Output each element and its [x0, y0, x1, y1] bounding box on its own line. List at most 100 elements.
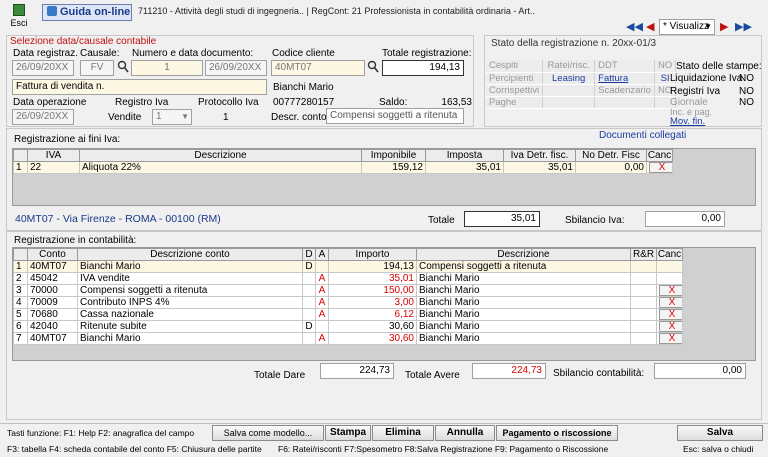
cont-row-a[interactable]: A: [315, 308, 329, 321]
cont-row-importo[interactable]: 6,12: [328, 308, 417, 321]
cont-row-desc[interactable]: Ritenute subite: [77, 320, 303, 333]
descr-conto-field[interactable]: Compensi soggetti a ritenuta: [326, 108, 464, 124]
cont-row-d[interactable]: [302, 308, 316, 321]
nav-prev-icon[interactable]: ◀: [646, 20, 654, 33]
exit-button[interactable]: Esci: [4, 3, 34, 31]
cont-row-importo[interactable]: 194,13: [328, 260, 417, 273]
cancel-button[interactable]: Annulla: [435, 425, 495, 441]
cont-row-rr[interactable]: [630, 284, 657, 297]
print-button[interactable]: Stampa: [325, 425, 371, 441]
iva-row-code[interactable]: 22: [27, 161, 80, 174]
data-op-field[interactable]: 26/09/20XX: [12, 109, 74, 125]
cont-row-descr[interactable]: Bianchi Mario: [416, 296, 631, 309]
table-row[interactable]: 4 70009 Contributo INPS 4% A 3,00 Bianchi Mar…: [13, 296, 683, 309]
cont-row-conto[interactable]: 70009: [27, 296, 78, 309]
cont-row-descr[interactable]: Bianchi Mario: [416, 272, 631, 285]
cont-row-d[interactable]: D: [302, 260, 316, 273]
cont-row-conto[interactable]: 40MT07: [27, 332, 78, 345]
status-ratei[interactable]: Ratei/risc.: [542, 60, 596, 73]
cont-row-descr[interactable]: Compensi soggetti a ritenuta: [416, 260, 631, 273]
delete-row-button[interactable]: X: [659, 321, 682, 332]
search-icon[interactable]: [117, 60, 129, 74]
cont-row-a[interactable]: [315, 320, 329, 333]
cont-row-rr[interactable]: [630, 260, 657, 273]
cont-row-importo[interactable]: 30,60: [328, 332, 417, 345]
delete-row-button[interactable]: X: [659, 285, 682, 296]
linked-docs-link[interactable]: Documenti collegati: [599, 130, 686, 141]
causale-desc-field[interactable]: Fattura di vendita n.: [12, 79, 267, 95]
cont-row-descr[interactable]: Bianchi Mario: [416, 284, 631, 297]
cont-row-desc[interactable]: Compensi soggetti a ritenuta: [77, 284, 303, 297]
iva-row-desc[interactable]: Aliquota 22%: [79, 161, 362, 174]
status-corrispettivi[interactable]: Corrispettivi: [486, 84, 544, 97]
doc-date-field[interactable]: 26/09/20XX: [205, 60, 267, 76]
table-row[interactable]: 5 70680 Cassa nazionale A 6,12 Bianchi Mario X: [13, 308, 683, 321]
status-scadenzario[interactable]: Scadenzario: [594, 84, 655, 97]
cont-row-d[interactable]: [302, 272, 316, 285]
cont-row-a[interactable]: A: [315, 284, 329, 297]
cont-row-d[interactable]: [302, 284, 316, 297]
cont-row-desc[interactable]: IVA vendite: [77, 272, 303, 285]
save-model-button[interactable]: Salva come modello...: [212, 425, 324, 441]
cont-row-desc[interactable]: Contributo INPS 4%: [77, 296, 303, 309]
nav-next-icon[interactable]: ▶: [720, 20, 728, 33]
cont-row-importo[interactable]: 35,01: [328, 272, 417, 285]
cont-row-importo[interactable]: 150,00: [328, 284, 417, 297]
view-select[interactable]: * Visualizz ▼: [659, 19, 715, 35]
status-cespiti[interactable]: Cespiti: [486, 60, 544, 73]
cont-row-importo[interactable]: 30,60: [328, 320, 417, 333]
cont-row-descr[interactable]: Bianchi Mario: [416, 332, 631, 345]
cliente-field[interactable]: 40MT07: [271, 60, 365, 76]
delete-button[interactable]: Elimina: [372, 425, 434, 441]
date-reg-field[interactable]: 26/09/20XX: [12, 60, 74, 76]
table-row[interactable]: 1 22 Aliquota 22% 159,12 35,01 35,01 0,0…: [13, 161, 673, 174]
table-row[interactable]: 6 42040 Ritenute subite D 30,60 Bianchi Mario…: [13, 320, 683, 333]
cont-row-conto[interactable]: 40MT07: [27, 260, 78, 273]
cont-row-desc[interactable]: Cassa nazionale: [77, 308, 303, 321]
iva-row-nodetr[interactable]: 0,00: [575, 161, 647, 174]
delete-row-button[interactable]: X: [649, 162, 672, 173]
cont-row-rr[interactable]: [630, 296, 657, 309]
table-row[interactable]: 1 40MT07 Bianchi Mario D 194,13 Compensi sogg…: [13, 260, 683, 273]
reg-iva-select[interactable]: 1 ▼: [152, 109, 192, 125]
nav-first-icon[interactable]: ◀◀: [626, 20, 643, 33]
cont-row-conto[interactable]: 45042: [27, 272, 78, 285]
status-paghe[interactable]: Paghe: [486, 96, 544, 109]
cont-row-descr[interactable]: Bianchi Mario: [416, 308, 631, 321]
cont-row-desc[interactable]: Bianchi Mario: [77, 260, 303, 273]
cont-row-conto[interactable]: 70680: [27, 308, 78, 321]
cont-row-rr[interactable]: [630, 272, 657, 285]
cont-row-rr[interactable]: [630, 320, 657, 333]
iva-row-imponibile[interactable]: 159,12: [361, 161, 426, 174]
cont-row-rr[interactable]: [630, 308, 657, 321]
delete-row-button[interactable]: X: [659, 297, 682, 308]
cont-row-rr[interactable]: [630, 332, 657, 345]
iva-row-detr[interactable]: 35,01: [503, 161, 576, 174]
cont-row-desc[interactable]: Bianchi Mario: [77, 332, 303, 345]
cont-row-a[interactable]: A: [315, 296, 329, 309]
nav-last-icon[interactable]: ▶▶: [735, 20, 752, 33]
causale-field[interactable]: FV: [80, 60, 114, 76]
cont-row-d[interactable]: D: [302, 320, 316, 333]
status-percipienti[interactable]: Percipienti: [486, 72, 544, 85]
cont-row-conto[interactable]: 42040: [27, 320, 78, 333]
table-row[interactable]: 7 40MT07 Bianchi Mario A 30,60 Bianchi Mario X: [13, 332, 683, 345]
status-ddt[interactable]: DDT: [594, 60, 655, 73]
cont-row-a[interactable]: A: [315, 332, 329, 345]
delete-row-button[interactable]: X: [659, 333, 682, 344]
delete-row-button[interactable]: X: [659, 309, 682, 320]
cliente-search-icon[interactable]: [367, 60, 379, 74]
table-row[interactable]: 2 45042 IVA vendite A 35,01 Bianchi Mario: [13, 272, 683, 285]
status-leasing[interactable]: Leasing: [542, 72, 596, 85]
cont-row-d[interactable]: [302, 332, 316, 345]
cont-row-descr[interactable]: Bianchi Mario: [416, 320, 631, 333]
cont-row-importo[interactable]: 3,00: [328, 296, 417, 309]
cont-row-d[interactable]: [302, 296, 316, 309]
iva-row-imposta[interactable]: 35,01: [425, 161, 504, 174]
totale-reg-field[interactable]: 194,13: [382, 60, 464, 76]
cont-row-conto[interactable]: 70000: [27, 284, 78, 297]
guide-online-button[interactable]: Guida on-line: [42, 4, 132, 21]
status-fattura[interactable]: Fattura: [594, 72, 655, 85]
payment-button[interactable]: Pagamento o riscossione: [496, 425, 618, 441]
doc-number-field[interactable]: 1: [131, 60, 203, 76]
